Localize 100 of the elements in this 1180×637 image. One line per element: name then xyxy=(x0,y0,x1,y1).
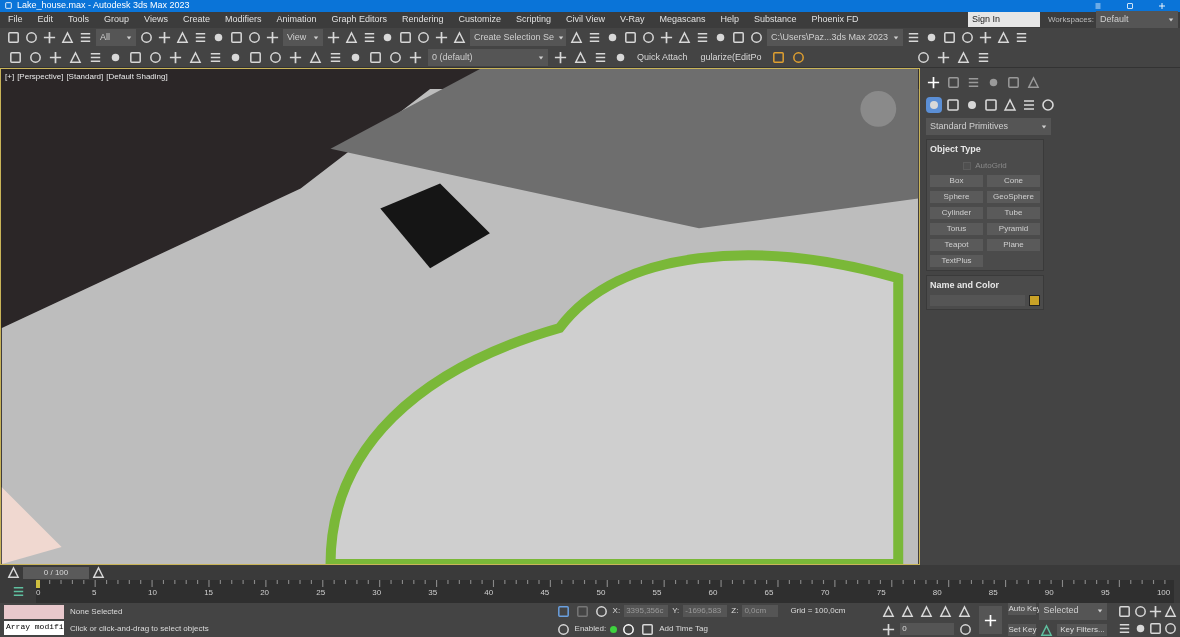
category-dropdown[interactable]: Standard Primitives xyxy=(926,118,1051,136)
menu-item[interactable]: Tools xyxy=(68,13,90,27)
frame-number: 15 xyxy=(204,589,214,598)
primitive-button[interactable]: Cylinder xyxy=(930,206,983,219)
primitive-button[interactable]: Plane xyxy=(987,238,1040,251)
menu-item[interactable]: Help xyxy=(720,13,739,27)
set-keys-button[interactable] xyxy=(979,606,1003,634)
project-path-dropdown[interactable]: C:\Users\Paz...3ds Max 2023 xyxy=(767,29,903,47)
menu-item[interactable]: Phoenix FD xyxy=(811,13,859,27)
caret-icon xyxy=(313,34,319,41)
primitive-button[interactable]: Teapot xyxy=(930,238,983,251)
frame-number: 55 xyxy=(652,589,662,598)
menu-item[interactable]: Scripting xyxy=(516,13,552,27)
menu-item[interactable]: Views xyxy=(144,13,168,27)
menu-item[interactable]: Customize xyxy=(458,13,502,27)
caret-icon xyxy=(558,34,565,41)
current-frame-field[interactable]: 0 xyxy=(900,623,955,635)
frame-number: 45 xyxy=(540,589,550,598)
create-icon[interactable] xyxy=(926,74,941,90)
workspaces-label: Workspaces: xyxy=(1047,13,1094,26)
frame-number: 60 xyxy=(708,589,718,598)
quick-attach-button[interactable]: Quick Attach xyxy=(633,49,692,67)
frame-number: 90 xyxy=(1044,589,1054,598)
primitive-button[interactable]: Cone xyxy=(987,174,1040,187)
menu-item[interactable]: Civil View xyxy=(566,13,605,27)
frame-number: 30 xyxy=(372,589,382,598)
grid-size-text: Grid = 100,0cm xyxy=(790,605,846,617)
frame-number: 70 xyxy=(820,589,830,598)
key-filters-button[interactable]: Key Filters... xyxy=(1057,624,1108,636)
caret-icon xyxy=(1041,123,1047,130)
coordinate-system-dropdown[interactable]: View xyxy=(283,29,323,47)
frame-number: 40 xyxy=(484,589,494,598)
coordinate-label: Y: xyxy=(672,605,680,617)
frame-number: 65 xyxy=(764,589,774,598)
frame-number: 35 xyxy=(428,589,438,598)
frame-number: 20 xyxy=(260,589,270,598)
menu-item[interactable]: Substance xyxy=(754,13,797,27)
layer-dropdown[interactable]: 0 (default) xyxy=(428,49,548,67)
caret-icon xyxy=(893,34,899,41)
menu-item[interactable]: Group xyxy=(104,13,130,27)
frame-number: 5 xyxy=(92,589,97,598)
viewport-label[interactable]: [Perspective] xyxy=(17,71,64,84)
menu-item[interactable]: Rendering xyxy=(402,13,444,27)
set-key-button[interactable]: Set Key xyxy=(1008,624,1037,636)
workspaces-dropdown[interactable]: Default xyxy=(1096,11,1178,29)
frame-number: 25 xyxy=(316,589,326,598)
rollout-title[interactable]: Object Type xyxy=(930,143,1040,157)
maxscript-output-field[interactable] xyxy=(4,605,64,619)
frame-number: 10 xyxy=(148,589,157,598)
menu-item[interactable]: Create xyxy=(182,13,210,27)
primitive-button[interactable]: Sphere xyxy=(930,190,983,203)
named-selection-dropdown[interactable]: Create Selection Se xyxy=(470,29,566,47)
viewport-label[interactable]: [Default Shading] xyxy=(106,71,168,84)
coordinate-label: X: xyxy=(612,605,621,617)
menu-item[interactable]: File xyxy=(8,13,23,27)
color-swatch[interactable] xyxy=(1029,295,1040,307)
primitive-button[interactable]: Box xyxy=(930,174,983,187)
menu-item[interactable]: Edit xyxy=(37,13,54,27)
menu-item[interactable]: Animation xyxy=(276,13,317,27)
restore-icon[interactable] xyxy=(1126,1,1134,10)
enabled-label: Enabled: xyxy=(574,623,607,635)
frame-number: 100 xyxy=(1156,589,1171,598)
caret-icon xyxy=(1097,608,1104,614)
selection-filter-dropdown[interactable]: All xyxy=(96,29,136,47)
rollout-title[interactable]: Name and Color xyxy=(930,278,1040,293)
geometry-icon[interactable] xyxy=(926,97,942,114)
viewport[interactable]: [+] [Perspective] [Standard] [Default Shading] xyxy=(0,68,920,566)
frame-number: 95 xyxy=(1100,589,1110,598)
window-title: Lake_house.max - Autodesk 3ds Max 2023 xyxy=(17,1,190,11)
sign-in-button[interactable]: Sign In xyxy=(967,12,1040,28)
menu-item[interactable]: Modifiers xyxy=(224,13,262,27)
primitive-button[interactable]: GeoSphere xyxy=(987,190,1040,203)
menu-item[interactable]: V-Ray xyxy=(619,13,645,27)
maxscript-input-field[interactable]: Array modifi xyxy=(4,621,64,635)
primitive-button[interactable]: Tube xyxy=(987,206,1040,219)
caret-icon xyxy=(538,54,544,61)
frame-counter: 0 / 100 xyxy=(23,566,89,579)
coordinate-label: Z: xyxy=(731,605,739,617)
toolbar-button[interactable]: gularize(EditPo xyxy=(696,49,766,67)
enabled-indicator[interactable] xyxy=(610,625,618,633)
caret-icon xyxy=(1168,16,1174,23)
key-plus-icon[interactable] xyxy=(983,612,999,628)
primitive-button[interactable]: Torus xyxy=(930,222,983,235)
time-marker[interactable] xyxy=(36,580,40,589)
frame-number: 85 xyxy=(988,589,998,598)
viewport-label[interactable]: [Standard] xyxy=(66,71,104,84)
prompt-text: Click or click-and-drag to select objects xyxy=(70,622,210,635)
menu-item[interactable]: Graph Editors xyxy=(331,13,387,27)
viewport-label[interactable]: [+] xyxy=(5,71,15,84)
frame-number: 50 xyxy=(596,589,606,598)
timeline-ruler[interactable]: 0 5 10 15 20 25 30 35 40 45 50 55 60 65 70 75 80 85 90 95 100 xyxy=(36,580,1174,603)
selection-status: None Selected xyxy=(70,605,124,618)
caret-icon xyxy=(126,34,132,41)
add-time-tag-link[interactable]: Add Time Tag xyxy=(659,623,708,635)
frame-number: 80 xyxy=(932,589,942,598)
primitive-button[interactable]: TextPlus xyxy=(930,254,983,267)
menu-item[interactable]: Megascans xyxy=(659,13,706,27)
primitive-button[interactable]: Pyramid xyxy=(987,222,1040,235)
frame-number: 75 xyxy=(876,589,886,598)
frame-number: 0 xyxy=(36,589,41,598)
